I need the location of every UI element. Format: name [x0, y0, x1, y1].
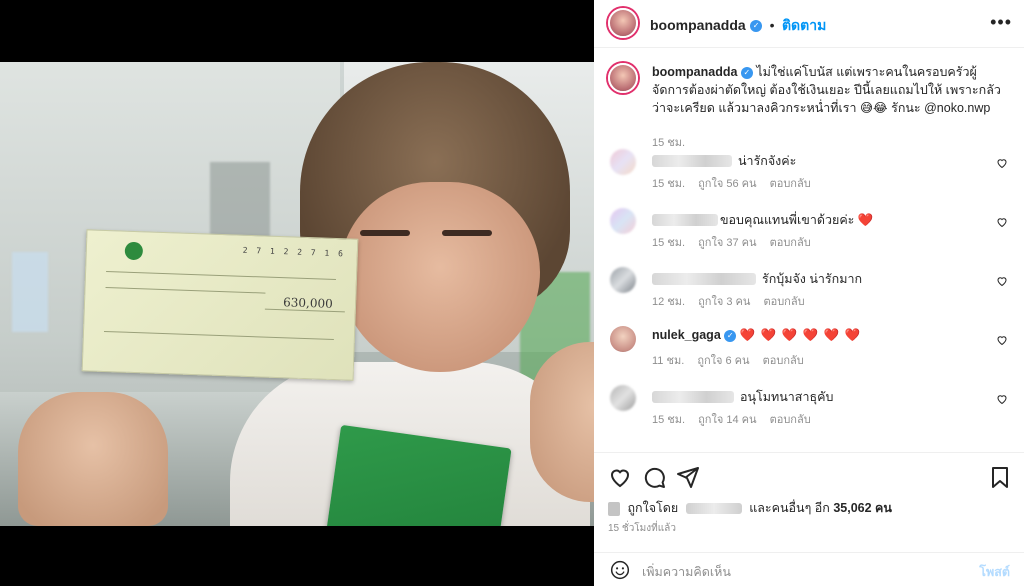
comment-item: nulek_gaga ✓ ❤️ ❤️ ❤️ ❤️ ❤️ ❤️ 11 ชม. ถู… — [606, 326, 1012, 382]
follow-button[interactable]: ติดตาม — [782, 17, 826, 33]
hand — [18, 392, 168, 526]
comment-meta: 11 ชม. ถูกใจ 6 คน ตอบกลับ — [652, 351, 814, 369]
blurred-username[interactable] — [652, 273, 756, 285]
emoji-icon[interactable] — [610, 560, 630, 580]
comment-item: น่ารักจังค่ะ 15 ชม. ถูกใจ 56 คน ตอบกลับ — [606, 149, 1012, 205]
comment-time: 11 ชม. — [652, 355, 685, 367]
comment-text: ขอบคุณแทนพี่เขาด้วยค่ะ ❤️ — [720, 213, 874, 227]
liker-avatar — [608, 501, 620, 516]
post-actions — [594, 452, 1024, 496]
reply-button[interactable]: ตอบกลับ — [763, 355, 804, 367]
likes-count[interactable]: 35,062 คน — [833, 501, 892, 515]
post-photo[interactable]: 2 7 1 2 2 7 1 6 630,000 — [0, 62, 594, 526]
eye — [442, 230, 492, 236]
likes-summary[interactable]: ถูกใจโดย และคนอื่นๆ อีก 35,062 คน — [608, 498, 892, 518]
add-comment-bar: เพิ่มความคิดเห็น โพสต์ — [594, 552, 1024, 586]
heart-icon[interactable] — [996, 334, 1008, 346]
heart-icon[interactable] — [996, 275, 1008, 287]
avatar[interactable] — [610, 385, 636, 411]
header-user: boompanadda ✓ • ติดตาม — [650, 15, 826, 37]
comment-likes[interactable]: ถูกใจ 37 คน — [698, 237, 756, 249]
verified-icon: ✓ — [724, 329, 737, 342]
avatar[interactable] — [608, 8, 638, 38]
comment-input[interactable]: เพิ่มความคิดเห็น — [642, 562, 731, 582]
reply-button[interactable]: ตอบกลับ — [763, 296, 804, 308]
username[interactable]: boompanadda — [650, 17, 746, 33]
post-timestamp: 15 ชั่วโมงที่แล้ว — [608, 523, 676, 534]
reply-button[interactable]: ตอบกลับ — [770, 414, 811, 426]
comment-time: 15 ชม. — [652, 237, 686, 249]
cheque-line — [103, 330, 334, 340]
bank-cheque: 2 7 1 2 2 7 1 6 630,000 — [81, 229, 359, 381]
instagram-post-modal: 2 7 1 2 2 7 1 6 630,000 boompanadda ✓ • … — [0, 0, 1024, 586]
separator-dot: • — [769, 17, 775, 33]
verified-icon: ✓ — [750, 19, 763, 32]
comment-meta: 15 ชม. ถูกใจ 56 คน ตอบกลับ — [652, 174, 821, 192]
blurred-username[interactable] — [652, 391, 734, 403]
reply-button[interactable]: ตอบกลับ — [770, 178, 811, 190]
caption-username[interactable]: boompanadda — [652, 65, 737, 79]
heart-icon[interactable] — [996, 393, 1008, 405]
comment-meta: 12 ชม. ถูกใจ 3 คน ตอบกลับ — [652, 292, 815, 310]
comment-icon[interactable] — [642, 465, 666, 489]
reply-button[interactable]: ตอบกลับ — [770, 237, 811, 249]
cheque-date: 2 7 1 2 2 7 1 6 — [242, 245, 346, 259]
likes-prefix: ถูกใจโดย — [627, 501, 679, 515]
avatar[interactable] — [610, 149, 636, 175]
eye — [360, 230, 410, 236]
post-media: 2 7 1 2 2 7 1 6 630,000 — [0, 0, 594, 586]
face — [340, 182, 540, 372]
comment-time: 15 ชม. — [652, 178, 686, 190]
comment-meta: 15 ชม. ถูกใจ 14 คน ตอบกลับ — [652, 410, 821, 428]
avatar[interactable] — [610, 267, 636, 293]
comment-body: nulek_gaga ✓ ❤️ ❤️ ❤️ ❤️ ❤️ ❤️ — [652, 328, 862, 343]
heart-icon[interactable] — [996, 216, 1008, 228]
heart-icon[interactable] — [996, 157, 1008, 169]
cheque-line — [106, 271, 336, 281]
comments-list[interactable]: boompanadda ✓ ไม่ใช่แค่โบนัส แต่เพราะคนใ… — [594, 49, 1024, 449]
comment-item: อนุโมทนาสาธุคับ 15 ชม. ถูกใจ 14 คน ตอบกล… — [606, 385, 1012, 441]
likes-middle: และคนอื่นๆ อีก — [749, 501, 830, 515]
blurred-username[interactable] — [685, 503, 742, 515]
comment-text: รักบุ้มจัง น่ารักมาก — [762, 272, 863, 286]
blurred-username[interactable] — [652, 155, 732, 167]
hand-sanitizer-bottle — [12, 252, 48, 332]
caption-text: boompanadda ✓ ไม่ใช่แค่โบนัส แต่เพราะคนใ… — [652, 63, 1002, 117]
comment-item: ขอบคุณแทนพี่เขาด้วยค่ะ ❤️ 15 ชม. ถูกใจ 3… — [606, 208, 1012, 264]
comment-likes[interactable]: ถูกใจ 14 คน — [698, 414, 756, 426]
share-icon[interactable] — [676, 465, 700, 489]
like-heart-icon[interactable] — [608, 465, 632, 489]
comment-likes[interactable]: ถูกใจ 56 คน — [698, 178, 756, 190]
comment-likes[interactable]: ถูกใจ 3 คน — [698, 296, 750, 308]
avatar[interactable] — [608, 63, 638, 93]
post-side-panel: boompanadda ✓ • ติดตาม ••• boompanadda ✓… — [594, 0, 1024, 586]
comment-meta: 15 ชม. ถูกใจ 37 คน ตอบกลับ — [652, 233, 821, 251]
comment-time: 12 ชม. — [652, 296, 686, 308]
bookmark-icon[interactable] — [988, 465, 1012, 489]
comment-likes[interactable]: ถูกใจ 6 คน — [697, 355, 749, 367]
comment-time: 15 ชม. — [652, 414, 686, 426]
comment-item: รักบุ้มจัง น่ารักมาก 12 ชม. ถูกใจ 3 คน ต… — [606, 267, 1012, 323]
blurred-username[interactable] — [652, 214, 718, 226]
post-comment-button[interactable]: โพสต์ — [979, 562, 1010, 582]
more-icon[interactable]: ••• — [990, 12, 1012, 33]
comment-username[interactable]: nulek_gaga — [652, 328, 721, 342]
bank-logo-icon — [124, 241, 144, 261]
comment-text: น่ารักจังค่ะ — [738, 154, 797, 168]
comment-text: ❤️ ❤️ ❤️ ❤️ ❤️ ❤️ — [739, 328, 862, 342]
cheque-amount: 630,000 — [282, 295, 333, 311]
post-header: boompanadda ✓ • ติดตาม ••• — [594, 0, 1024, 48]
avatar[interactable] — [610, 326, 636, 352]
verified-icon: ✓ — [740, 66, 753, 79]
avatar[interactable] — [610, 208, 636, 234]
comment-text: อนุโมทนาสาธุคับ — [740, 390, 834, 404]
cheque-line — [105, 286, 266, 294]
